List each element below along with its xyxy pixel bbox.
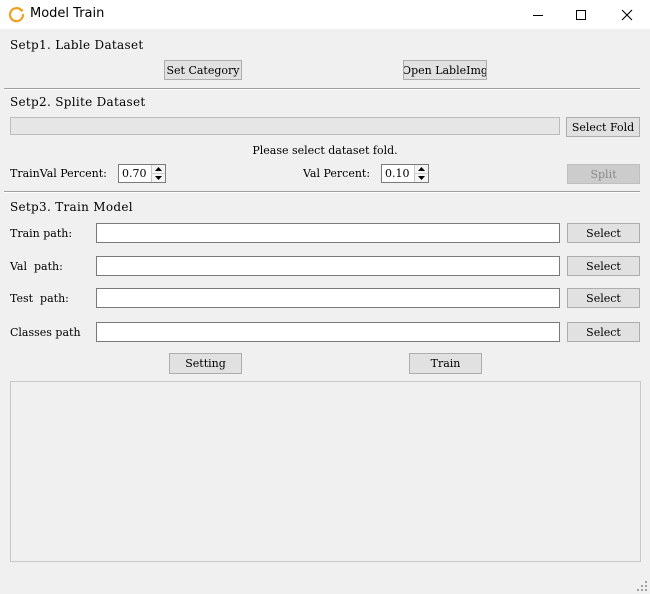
window-title: Model Train: [30, 6, 105, 21]
select-classes-path-button[interactable]: Select: [567, 322, 640, 342]
val-path-input[interactable]: [96, 256, 560, 276]
arrow-down-icon: [155, 176, 162, 180]
select-test-path-button[interactable]: Select: [567, 288, 640, 308]
maximize-icon: [576, 9, 586, 20]
close-icon: [621, 9, 633, 20]
spin-down-button[interactable]: [152, 174, 165, 182]
minimize-button[interactable]: [515, 0, 561, 29]
train-button[interactable]: Train: [409, 353, 482, 374]
split-progress-bar: [10, 117, 560, 135]
select-fold-button[interactable]: Select Fold: [566, 117, 640, 137]
resize-grip-icon[interactable]: [636, 580, 648, 592]
spin-down-button[interactable]: [415, 174, 428, 182]
step2-title: Setp2. Splite Dataset: [10, 95, 146, 109]
separator: [4, 88, 640, 90]
train-path-input[interactable]: [96, 223, 560, 243]
app-logo-icon: [8, 7, 25, 23]
title-bar: Model Train: [0, 0, 650, 29]
val-percent-value: 0.10: [385, 167, 410, 180]
step1-title: Setp1. Lable Dataset: [10, 38, 144, 52]
classes-path-input[interactable]: [96, 322, 560, 342]
separator: [4, 191, 640, 193]
test-path-input[interactable]: [96, 288, 560, 308]
setting-button[interactable]: Setting: [169, 353, 242, 374]
val-percent-label: Val Percent:: [303, 167, 371, 180]
trainval-percent-label: TrainVal Percent:: [10, 167, 107, 180]
close-button[interactable]: [604, 0, 650, 29]
select-val-path-button[interactable]: Select: [567, 256, 640, 276]
arrow-up-icon: [418, 167, 425, 171]
status-message: Please select dataset fold.: [252, 144, 398, 157]
trainval-percent-spinbox[interactable]: 0.70: [118, 164, 166, 183]
minimize-icon: [533, 14, 543, 16]
val-percent-spinbox[interactable]: 0.10: [381, 164, 429, 183]
val-path-label: Val path:: [10, 260, 63, 273]
set-category-button[interactable]: Set Category: [164, 60, 242, 80]
split-button[interactable]: Split: [567, 164, 640, 184]
test-path-label: Test path:: [10, 292, 69, 305]
maximize-button[interactable]: [558, 0, 604, 29]
spin-up-button[interactable]: [152, 165, 165, 174]
trainval-percent-value: 0.70: [122, 167, 147, 180]
open-labelimg-button[interactable]: Open LableImg: [403, 60, 487, 80]
spin-up-button[interactable]: [415, 165, 428, 174]
classes-path-label: Classes path: [10, 326, 81, 339]
log-output-area[interactable]: [10, 381, 641, 562]
step3-title: Setp3. Train Model: [10, 200, 133, 214]
arrow-up-icon: [155, 167, 162, 171]
select-train-path-button[interactable]: Select: [567, 223, 640, 243]
arrow-down-icon: [418, 176, 425, 180]
train-path-label: Train path:: [10, 227, 73, 240]
